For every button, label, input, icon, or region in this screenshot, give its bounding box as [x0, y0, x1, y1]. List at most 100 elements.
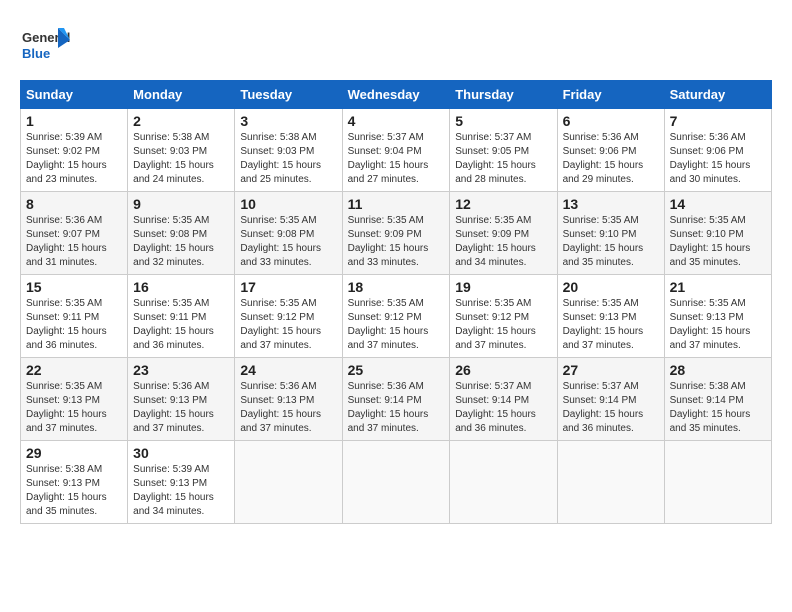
calendar-table: SundayMondayTuesdayWednesdayThursdayFrid…: [20, 80, 772, 524]
day-number: 16: [133, 279, 229, 295]
day-info: Sunrise: 5:36 AM Sunset: 9:13 PM Dayligh…: [133, 380, 229, 436]
day-info: Sunrise: 5:36 AM Sunset: 9:07 PM Dayligh…: [26, 214, 122, 270]
calendar-cell: 7 Sunrise: 5:36 AM Sunset: 9:06 PM Dayli…: [664, 109, 771, 192]
calendar-cell: 28 Sunrise: 5:38 AM Sunset: 9:14 PM Dayl…: [664, 358, 771, 441]
calendar-cell: [235, 441, 342, 524]
day-number: 10: [240, 196, 336, 212]
weekday-header: Monday: [128, 81, 235, 109]
calendar-week-row: 8 Sunrise: 5:36 AM Sunset: 9:07 PM Dayli…: [21, 192, 772, 275]
day-info: Sunrise: 5:36 AM Sunset: 9:06 PM Dayligh…: [670, 131, 766, 187]
day-number: 1: [26, 113, 122, 129]
day-number: 6: [563, 113, 659, 129]
calendar-cell: 13 Sunrise: 5:35 AM Sunset: 9:10 PM Dayl…: [557, 192, 664, 275]
day-info: Sunrise: 5:35 AM Sunset: 9:12 PM Dayligh…: [348, 297, 445, 353]
weekday-header: Tuesday: [235, 81, 342, 109]
svg-text:Blue: Blue: [22, 46, 50, 61]
day-number: 7: [670, 113, 766, 129]
day-number: 30: [133, 445, 229, 461]
day-info: Sunrise: 5:35 AM Sunset: 9:11 PM Dayligh…: [133, 297, 229, 353]
day-number: 22: [26, 362, 122, 378]
day-info: Sunrise: 5:37 AM Sunset: 9:05 PM Dayligh…: [455, 131, 551, 187]
day-number: 25: [348, 362, 445, 378]
weekday-header: Wednesday: [342, 81, 450, 109]
day-info: Sunrise: 5:36 AM Sunset: 9:14 PM Dayligh…: [348, 380, 445, 436]
day-number: 14: [670, 196, 766, 212]
day-number: 20: [563, 279, 659, 295]
page-header: General Blue: [20, 20, 772, 70]
day-number: 9: [133, 196, 229, 212]
day-info: Sunrise: 5:35 AM Sunset: 9:13 PM Dayligh…: [563, 297, 659, 353]
calendar-week-row: 29 Sunrise: 5:38 AM Sunset: 9:13 PM Dayl…: [21, 441, 772, 524]
calendar-cell: 26 Sunrise: 5:37 AM Sunset: 9:14 PM Dayl…: [450, 358, 557, 441]
calendar-cell: 14 Sunrise: 5:35 AM Sunset: 9:10 PM Dayl…: [664, 192, 771, 275]
day-info: Sunrise: 5:36 AM Sunset: 9:13 PM Dayligh…: [240, 380, 336, 436]
calendar-week-row: 22 Sunrise: 5:35 AM Sunset: 9:13 PM Dayl…: [21, 358, 772, 441]
calendar-cell: 12 Sunrise: 5:35 AM Sunset: 9:09 PM Dayl…: [450, 192, 557, 275]
calendar-header-row: SundayMondayTuesdayWednesdayThursdayFrid…: [21, 81, 772, 109]
day-number: 12: [455, 196, 551, 212]
day-info: Sunrise: 5:37 AM Sunset: 9:04 PM Dayligh…: [348, 131, 445, 187]
calendar-cell: 19 Sunrise: 5:35 AM Sunset: 9:12 PM Dayl…: [450, 275, 557, 358]
calendar-cell: 2 Sunrise: 5:38 AM Sunset: 9:03 PM Dayli…: [128, 109, 235, 192]
day-info: Sunrise: 5:36 AM Sunset: 9:06 PM Dayligh…: [563, 131, 659, 187]
day-number: 11: [348, 196, 445, 212]
calendar-cell: 23 Sunrise: 5:36 AM Sunset: 9:13 PM Dayl…: [128, 358, 235, 441]
calendar-cell: 10 Sunrise: 5:35 AM Sunset: 9:08 PM Dayl…: [235, 192, 342, 275]
calendar-week-row: 15 Sunrise: 5:35 AM Sunset: 9:11 PM Dayl…: [21, 275, 772, 358]
day-info: Sunrise: 5:35 AM Sunset: 9:11 PM Dayligh…: [26, 297, 122, 353]
day-number: 28: [670, 362, 766, 378]
day-number: 18: [348, 279, 445, 295]
day-info: Sunrise: 5:35 AM Sunset: 9:13 PM Dayligh…: [26, 380, 122, 436]
weekday-header: Friday: [557, 81, 664, 109]
day-number: 19: [455, 279, 551, 295]
day-info: Sunrise: 5:35 AM Sunset: 9:10 PM Dayligh…: [670, 214, 766, 270]
calendar-cell: 16 Sunrise: 5:35 AM Sunset: 9:11 PM Dayl…: [128, 275, 235, 358]
day-number: 21: [670, 279, 766, 295]
calendar-cell: 18 Sunrise: 5:35 AM Sunset: 9:12 PM Dayl…: [342, 275, 450, 358]
calendar-cell: [450, 441, 557, 524]
day-number: 8: [26, 196, 122, 212]
day-number: 15: [26, 279, 122, 295]
day-info: Sunrise: 5:39 AM Sunset: 9:02 PM Dayligh…: [26, 131, 122, 187]
day-info: Sunrise: 5:38 AM Sunset: 9:03 PM Dayligh…: [240, 131, 336, 187]
calendar-cell: 9 Sunrise: 5:35 AM Sunset: 9:08 PM Dayli…: [128, 192, 235, 275]
day-info: Sunrise: 5:38 AM Sunset: 9:14 PM Dayligh…: [670, 380, 766, 436]
calendar-cell: 17 Sunrise: 5:35 AM Sunset: 9:12 PM Dayl…: [235, 275, 342, 358]
calendar-cell: [342, 441, 450, 524]
calendar-cell: 1 Sunrise: 5:39 AM Sunset: 9:02 PM Dayli…: [21, 109, 128, 192]
day-info: Sunrise: 5:38 AM Sunset: 9:03 PM Dayligh…: [133, 131, 229, 187]
calendar-week-row: 1 Sunrise: 5:39 AM Sunset: 9:02 PM Dayli…: [21, 109, 772, 192]
day-info: Sunrise: 5:37 AM Sunset: 9:14 PM Dayligh…: [563, 380, 659, 436]
weekday-header: Saturday: [664, 81, 771, 109]
calendar-cell: 11 Sunrise: 5:35 AM Sunset: 9:09 PM Dayl…: [342, 192, 450, 275]
weekday-header: Sunday: [21, 81, 128, 109]
day-info: Sunrise: 5:38 AM Sunset: 9:13 PM Dayligh…: [26, 463, 122, 519]
calendar-cell: 22 Sunrise: 5:35 AM Sunset: 9:13 PM Dayl…: [21, 358, 128, 441]
day-number: 26: [455, 362, 551, 378]
logo-svg: General Blue: [20, 20, 70, 70]
calendar-cell: 6 Sunrise: 5:36 AM Sunset: 9:06 PM Dayli…: [557, 109, 664, 192]
calendar-cell: 24 Sunrise: 5:36 AM Sunset: 9:13 PM Dayl…: [235, 358, 342, 441]
day-info: Sunrise: 5:35 AM Sunset: 9:12 PM Dayligh…: [240, 297, 336, 353]
day-info: Sunrise: 5:39 AM Sunset: 9:13 PM Dayligh…: [133, 463, 229, 519]
day-info: Sunrise: 5:35 AM Sunset: 9:09 PM Dayligh…: [348, 214, 445, 270]
day-number: 17: [240, 279, 336, 295]
day-info: Sunrise: 5:35 AM Sunset: 9:10 PM Dayligh…: [563, 214, 659, 270]
day-number: 3: [240, 113, 336, 129]
day-number: 27: [563, 362, 659, 378]
calendar-cell: 15 Sunrise: 5:35 AM Sunset: 9:11 PM Dayl…: [21, 275, 128, 358]
calendar-cell: [664, 441, 771, 524]
day-number: 23: [133, 362, 229, 378]
calendar-cell: [557, 441, 664, 524]
weekday-header: Thursday: [450, 81, 557, 109]
day-number: 5: [455, 113, 551, 129]
calendar-cell: 3 Sunrise: 5:38 AM Sunset: 9:03 PM Dayli…: [235, 109, 342, 192]
day-info: Sunrise: 5:37 AM Sunset: 9:14 PM Dayligh…: [455, 380, 551, 436]
day-info: Sunrise: 5:35 AM Sunset: 9:08 PM Dayligh…: [240, 214, 336, 270]
calendar-cell: 8 Sunrise: 5:36 AM Sunset: 9:07 PM Dayli…: [21, 192, 128, 275]
day-info: Sunrise: 5:35 AM Sunset: 9:09 PM Dayligh…: [455, 214, 551, 270]
calendar-cell: 25 Sunrise: 5:36 AM Sunset: 9:14 PM Dayl…: [342, 358, 450, 441]
logo: General Blue: [20, 20, 76, 70]
day-info: Sunrise: 5:35 AM Sunset: 9:12 PM Dayligh…: [455, 297, 551, 353]
calendar-cell: 20 Sunrise: 5:35 AM Sunset: 9:13 PM Dayl…: [557, 275, 664, 358]
